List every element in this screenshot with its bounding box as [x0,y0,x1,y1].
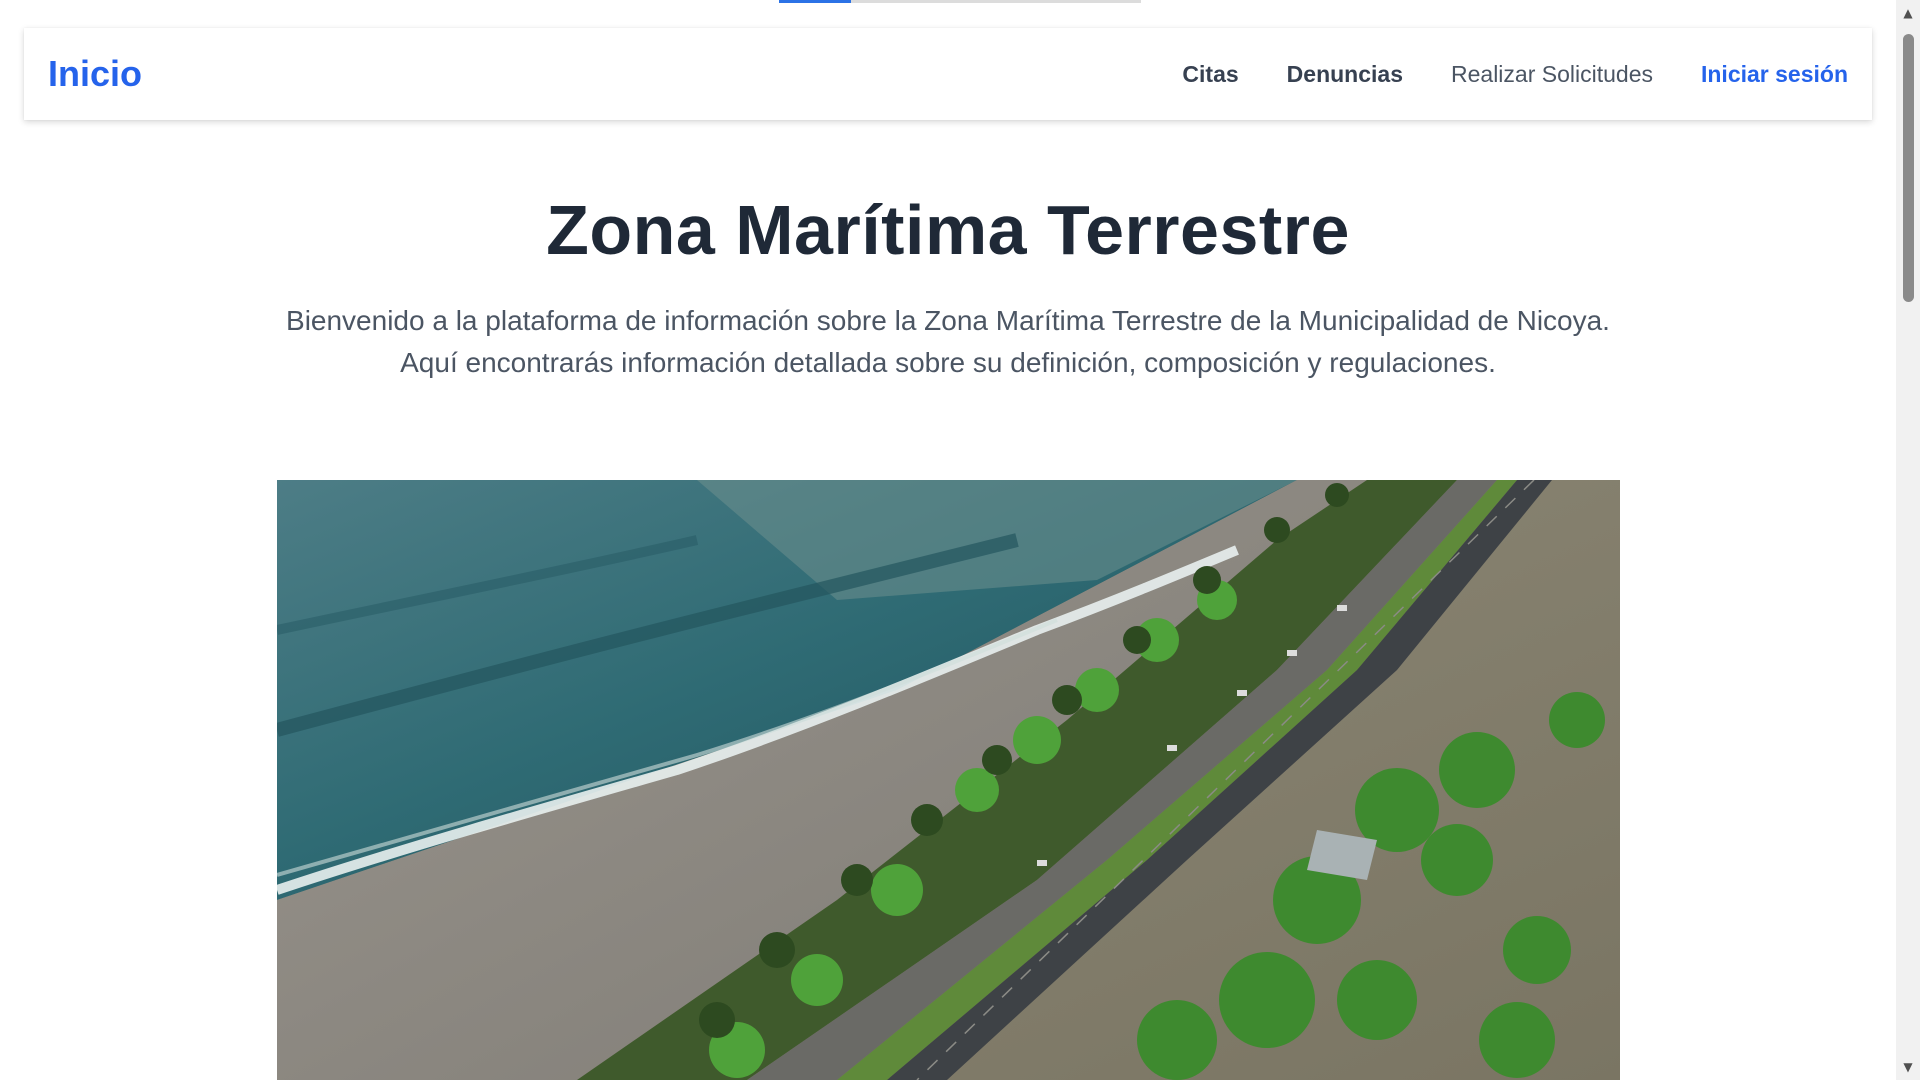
beach-aerial-photo [277,480,1620,1080]
home-link[interactable]: Inicio [48,53,142,95]
page: Inicio Citas Denuncias Realizar Solicitu… [0,0,1920,1080]
scroll-down-arrow-icon[interactable]: ▼ [1896,1058,1920,1076]
vertical-scrollbar[interactable]: ▲ ▼ [1896,0,1920,1080]
nav-link-realizar-solicitudes[interactable]: Realizar Solicitudes [1451,61,1653,88]
scrollbar-thumb[interactable] [1903,34,1914,302]
page-load-progress-bar [779,0,1141,3]
nav-link-denuncias[interactable]: Denuncias [1287,61,1403,88]
beach-aerial-illustration [277,480,1620,1080]
nav-link-citas[interactable]: Citas [1182,61,1238,88]
scroll-up-arrow-icon[interactable]: ▲ [1896,4,1920,22]
page-intro-text: Bienvenido a la plataforma de informació… [286,305,1610,378]
top-navbar: Inicio Citas Denuncias Realizar Solicitu… [24,28,1872,120]
login-link[interactable]: Iniciar sesión [1701,61,1848,88]
page-load-progress-fill [779,0,852,3]
page-title: Zona Marítima Terrestre [546,191,1350,269]
nav-links: Citas Denuncias Realizar Solicitudes Ini… [1134,61,1848,88]
